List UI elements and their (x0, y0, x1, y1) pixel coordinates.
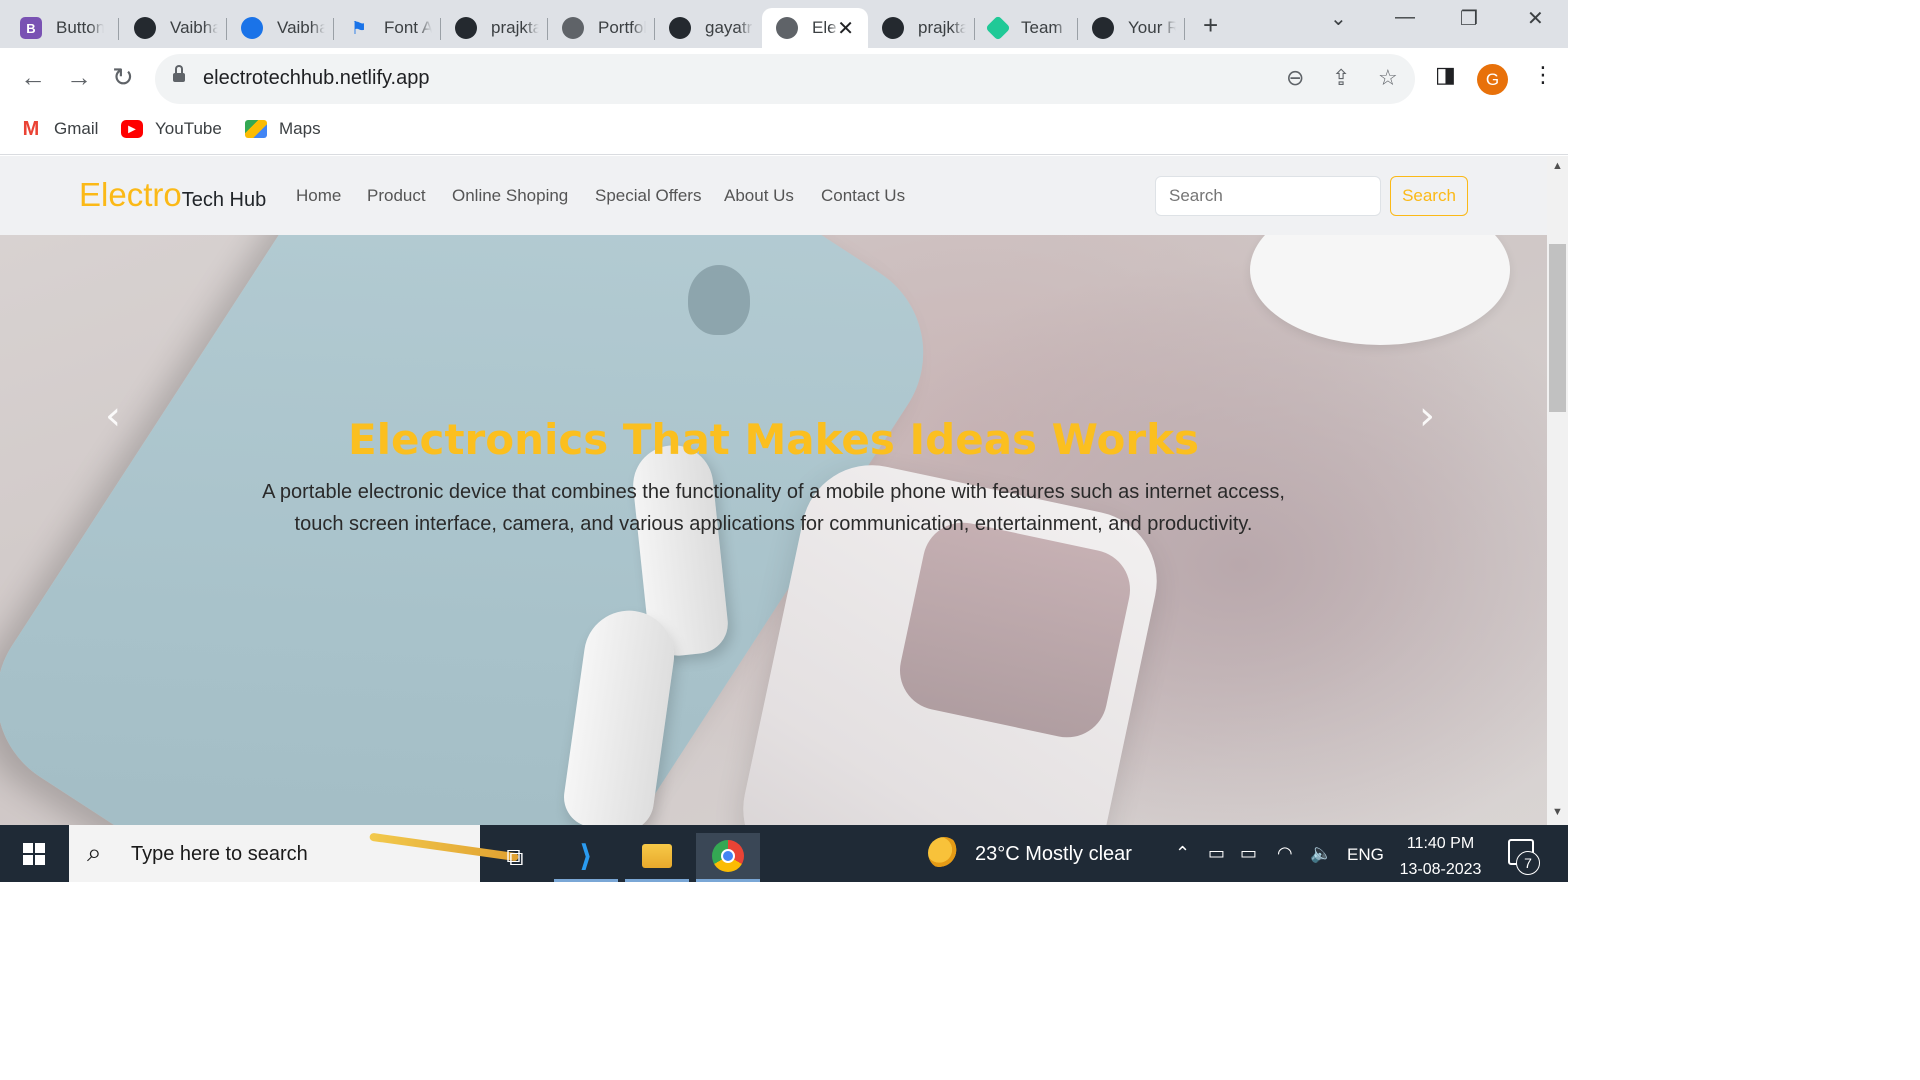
close-icon[interactable]: ✕ (837, 16, 854, 41)
tab-strip: B Button Vaibha Vaibha ⚑ Font A prajkta … (0, 0, 1568, 48)
taskbar-clock[interactable]: 11:40 PM 13-08-2023 (1398, 831, 1483, 883)
nav-product[interactable]: Product (367, 186, 426, 206)
reload-icon[interactable]: ↻ (112, 62, 134, 93)
file-explorer-icon[interactable] (625, 833, 689, 882)
nav-special-offers[interactable]: Special Offers (595, 186, 701, 206)
scroll-down-icon[interactable]: ▼ (1552, 806, 1563, 818)
windows-start-icon[interactable] (23, 843, 45, 865)
github-icon (882, 17, 904, 39)
tab-prajkta-2[interactable]: prajkta (868, 8, 975, 48)
nav-about-us[interactable]: About Us (724, 186, 794, 206)
github-icon (134, 17, 156, 39)
bootstrap-icon: B (20, 17, 42, 39)
nav-contact-us[interactable]: Contact Us (821, 186, 905, 206)
vscode-icon[interactable]: ⟩ (554, 833, 618, 882)
task-view-icon[interactable]: ⧉ (483, 833, 547, 882)
scroll-thumb[interactable] (1549, 244, 1566, 412)
github-icon (669, 17, 691, 39)
weather-text[interactable]: 23°C Mostly clear (975, 843, 1132, 866)
browser-toolbar: ← → ↻ electrotechhub.netlify.app ⊖ ⇪ ☆ ◨… (0, 48, 1568, 110)
tab-prajkta-1[interactable]: prajkta (441, 8, 548, 48)
share-icon[interactable]: ⇪ (1332, 65, 1350, 91)
user-icon (241, 17, 263, 39)
minimize-icon[interactable]: — (1395, 6, 1415, 29)
tab-vaibha-profile[interactable]: Vaibha (227, 8, 334, 48)
taskbar-search[interactable]: ⌕ Type here to search (69, 825, 519, 882)
nav-home[interactable]: Home (296, 186, 341, 206)
hero-title: Electronics That Makes Ideas Works (347, 415, 1200, 464)
diamond-icon (985, 15, 1011, 41)
hero-carousel: ‹ › Electronics That Makes Ideas Works A… (0, 235, 1547, 825)
hero-image-cup (1250, 235, 1510, 345)
tab-your-repos[interactable]: Your R (1078, 8, 1185, 48)
page-scrollbar[interactable]: ▲ ▼ (1547, 156, 1568, 825)
show-hidden-icons-icon[interactable]: ⌃ (1175, 843, 1190, 864)
tab-team[interactable]: Team (975, 8, 1078, 48)
github-icon (455, 17, 477, 39)
new-tab-button[interactable]: + (1203, 10, 1218, 41)
globe-icon (776, 17, 798, 39)
site-brand[interactable]: ElectroTech Hub (79, 176, 266, 214)
tab-vaibha-github[interactable]: Vaibha (120, 8, 227, 48)
globe-icon (562, 17, 584, 39)
volume-icon[interactable]: 🔈 (1310, 843, 1332, 864)
language-indicator[interactable]: ENG (1347, 845, 1384, 865)
url-text[interactable]: electrotechhub.netlify.app (203, 67, 429, 90)
notification-badge: 7 (1516, 851, 1540, 875)
profile-avatar[interactable]: G (1477, 64, 1508, 95)
site-search-input[interactable] (1155, 176, 1381, 216)
youtube-icon: ▶ (121, 120, 143, 138)
meet-now-icon[interactable]: ▭ (1208, 843, 1225, 864)
gmail-icon: M (22, 117, 40, 140)
hero-description: A portable electronic device that combin… (262, 481, 1285, 535)
forward-icon[interactable]: → (66, 62, 92, 93)
weather-moon-icon[interactable] (928, 837, 960, 869)
windows-taskbar: ⌕ Type here to search ⧉ ⟩ 23°C Mostly cl… (0, 825, 1568, 882)
window-close-icon[interactable]: ✕ (1527, 6, 1544, 31)
bookmark-star-icon[interactable]: ☆ (1378, 65, 1398, 91)
github-icon (1092, 17, 1114, 39)
bookmark-maps[interactable]: Maps (245, 119, 321, 139)
tab-electrotechhub[interactable]: Ele ✕ (762, 8, 868, 48)
page-viewport: ElectroTech Hub Home Product Online Shop… (0, 156, 1547, 825)
search-icon: ⌕ (87, 837, 102, 867)
bookmarks-bar: M Gmail ▶ YouTube Maps (0, 110, 1568, 155)
wifi-icon[interactable]: ◠ (1277, 843, 1293, 864)
tab-portfolio[interactable]: Portfol (548, 8, 655, 48)
back-icon[interactable]: ← (20, 62, 46, 93)
bookmark-gmail[interactable]: M Gmail (20, 117, 99, 140)
tab-button[interactable]: B Button (6, 8, 119, 48)
side-panel-icon[interactable]: ◨ (1435, 62, 1456, 88)
restore-icon[interactable]: ❐ (1460, 6, 1478, 31)
chrome-icon[interactable] (696, 833, 760, 882)
site-search-button[interactable]: Search (1390, 176, 1468, 216)
tab-font-awesome[interactable]: ⚑ Font A (334, 8, 441, 48)
tab-gayatri[interactable]: gayatr (655, 8, 762, 48)
nav-online-shopping[interactable]: Online Shoping (452, 186, 568, 206)
apple-logo-icon (688, 265, 750, 335)
bookmark-youtube[interactable]: ▶ YouTube (121, 119, 222, 139)
battery-icon[interactable]: ▭ (1240, 843, 1257, 864)
tab-search-icon[interactable]: ⌄ (1330, 6, 1347, 31)
menu-icon[interactable]: ⋮ (1532, 62, 1554, 88)
maps-icon (245, 120, 267, 138)
scroll-up-icon[interactable]: ▲ (1552, 160, 1563, 172)
flag-icon: ⚑ (350, 17, 368, 38)
lock-icon[interactable] (173, 65, 185, 84)
site-navbar: ElectroTech Hub Home Product Online Shop… (0, 156, 1547, 235)
zoom-icon[interactable]: ⊖ (1286, 65, 1304, 91)
address-bar[interactable]: electrotechhub.netlify.app ⊖ ⇪ ☆ (155, 54, 1415, 104)
